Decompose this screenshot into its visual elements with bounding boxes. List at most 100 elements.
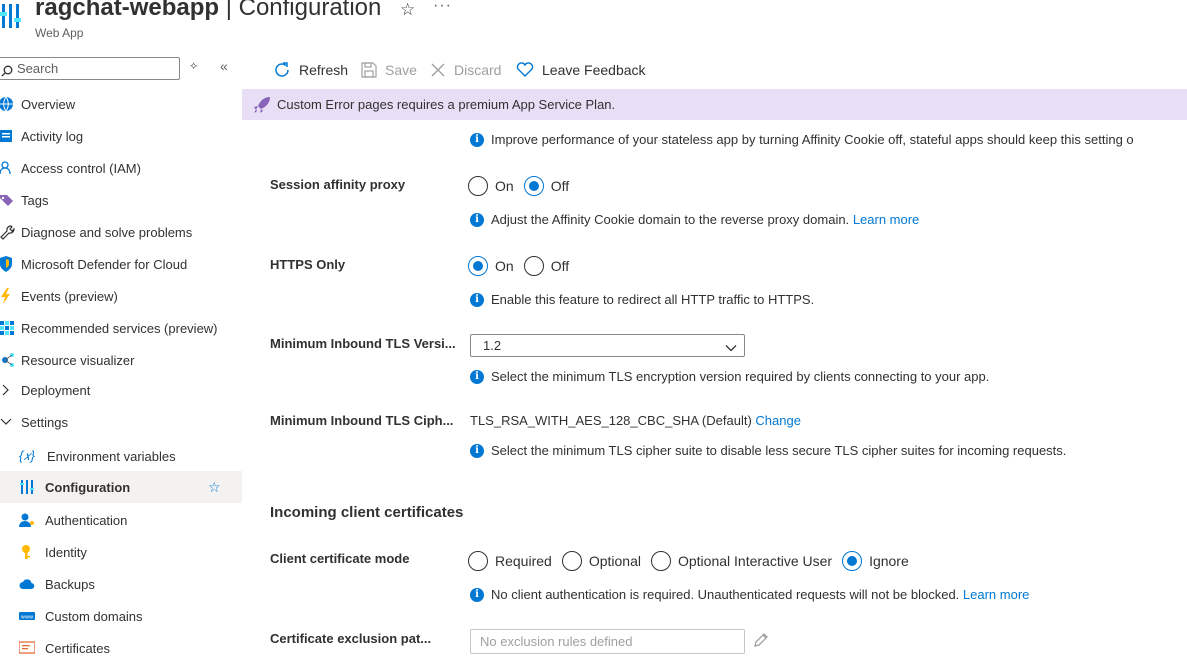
sidebar-item-certificates[interactable]: Certificates: [0, 632, 242, 658]
info-text: Select the minimum TLS cipher suite to d…: [491, 443, 1067, 458]
info-icon: i: [470, 369, 484, 384]
svg-text:www: www: [21, 615, 33, 621]
certificate-exclusion-paths-input[interactable]: No exclusion rules defined: [470, 629, 745, 654]
sidebar-item-identity[interactable]: Identity: [0, 536, 242, 568]
sidebar-item-label: Environment variables: [47, 448, 176, 464]
sidebar-item-resource-visualizer[interactable]: Resource visualizer: [0, 344, 242, 376]
www-icon: www: [19, 608, 35, 624]
page-title: ragchat-webapp | Configuration: [35, 0, 382, 21]
cloud-icon: [19, 576, 35, 592]
leave-feedback-button[interactable]: Leave Feedback: [516, 60, 646, 80]
sidebar-item-settings[interactable]: Settings: [0, 406, 242, 438]
sidebar-item-custom-domains[interactable]: www Custom domains: [0, 600, 242, 632]
client-cert-required-option[interactable]: Required: [468, 551, 552, 571]
premium-plan-banner: Custom Error pages requires a premium Ap…: [242, 89, 1187, 120]
radio-button[interactable]: [468, 176, 488, 196]
refresh-icon: [273, 61, 291, 79]
client-cert-optional-interactive-option[interactable]: Optional Interactive User: [650, 551, 833, 571]
wrench-icon: [0, 224, 16, 240]
sidebar-item-activity-log[interactable]: Activity log: [0, 120, 242, 152]
radio-button[interactable]: [650, 551, 671, 571]
session-affinity-proxy-off-option[interactable]: Off: [523, 176, 570, 196]
client-certificate-mode-radio-group: Required Optional Optional Interactive U…: [468, 551, 919, 571]
sidebar-item-diagnose[interactable]: Diagnose and solve problems: [0, 216, 242, 248]
info-text: Improve performance of your stateless ap…: [491, 132, 1134, 147]
network-icon: [0, 352, 16, 368]
favorite-star-icon[interactable]: ☆: [400, 0, 415, 20]
sidebar-item-authentication[interactable]: Authentication: [0, 504, 242, 536]
radio-button[interactable]: [561, 551, 582, 571]
chevron-down-icon: [725, 339, 737, 360]
sliders-icon: [19, 479, 35, 495]
cipher-suite-text: TLS_RSA_WITH_AES_128_CBC_SHA (Default): [470, 413, 752, 428]
https-only-off-option[interactable]: Off: [523, 256, 569, 276]
close-icon: [430, 62, 446, 78]
chevron-right-icon: [0, 382, 16, 398]
client-cert-optional-option[interactable]: Optional: [561, 551, 641, 571]
sidebar-item-label: Settings: [21, 414, 68, 430]
session-affinity-proxy-radio-group: On Off: [468, 176, 579, 196]
option-label: Optional: [588, 553, 641, 569]
chevron-down-icon: [0, 414, 16, 430]
session-affinity-proxy-on-option[interactable]: On: [468, 176, 514, 196]
option-label: Off: [550, 178, 570, 194]
learn-more-link[interactable]: Learn more: [963, 587, 1029, 602]
resource-type: Web App: [35, 26, 84, 40]
sidebar-item-label: Certificates: [45, 640, 111, 656]
min-tls-cipher-info: i Select the minimum TLS cipher suite to…: [470, 443, 1066, 458]
min-tls-version-info: i Select the minimum TLS encryption vers…: [470, 369, 989, 384]
learn-more-link[interactable]: Learn more: [853, 212, 919, 227]
sidebar-item-configuration[interactable]: Configuration ☆: [0, 471, 242, 503]
https-only-info: i Enable this feature to redirect all HT…: [470, 292, 814, 307]
people-icon: [0, 160, 16, 176]
feedback-label: Leave Feedback: [542, 62, 646, 78]
favorite-star-icon[interactable]: ☆: [208, 479, 221, 496]
refresh-button[interactable]: Refresh: [273, 60, 348, 80]
sidebar-item-label: Overview: [21, 96, 76, 112]
sidebar-item-overview[interactable]: Overview: [0, 88, 242, 120]
search-placeholder: Search: [17, 61, 59, 76]
shield-icon: [0, 256, 16, 272]
tag-icon: [0, 192, 16, 208]
grid-icon: [0, 320, 16, 336]
sidebar-item-environment-variables[interactable]: {𝑥} Environment variables: [0, 440, 242, 472]
sort-toggle-icon[interactable]: ⟡: [190, 60, 197, 73]
sidebar-item-label: Access control (IAM): [21, 160, 141, 176]
change-cipher-link[interactable]: Change: [755, 413, 801, 428]
option-label: Required: [495, 553, 552, 569]
edit-pencil-icon[interactable]: [752, 631, 770, 652]
client-cert-ignore-option[interactable]: Ignore: [842, 551, 909, 571]
sidebar-item-label: Recommended services (preview): [21, 320, 218, 336]
sidebar-item-deployment[interactable]: Deployment: [0, 374, 242, 406]
sidebar-item-access-control[interactable]: Access control (IAM): [0, 152, 242, 184]
radio-button[interactable]: [842, 551, 863, 571]
sidebar-item-events[interactable]: Events (preview): [0, 280, 242, 312]
sidebar-item-tags[interactable]: Tags: [0, 184, 242, 216]
radio-button[interactable]: [523, 256, 544, 276]
client-certificate-mode-label: Client certificate mode: [270, 551, 410, 566]
option-label: On: [495, 178, 514, 194]
certificate-icon: [18, 640, 36, 656]
more-actions-icon[interactable]: ···: [433, 0, 452, 15]
sidebar-item-label: Events (preview): [21, 288, 118, 304]
session-affinity-proxy-label: Session affinity proxy: [270, 177, 406, 192]
sidebar-item-backups[interactable]: Backups: [0, 568, 242, 600]
sidebar-item-defender[interactable]: Microsoft Defender for Cloud: [0, 248, 242, 280]
radio-button[interactable]: [468, 256, 488, 276]
https-only-on-option[interactable]: On: [468, 256, 514, 276]
min-tls-version-dropdown[interactable]: 1.2: [470, 334, 745, 357]
variable-icon: {𝑥}: [19, 448, 35, 463]
collapse-sidebar-icon[interactable]: «: [220, 58, 228, 74]
option-label: Optional Interactive User: [677, 553, 833, 569]
sidebar-item-label: Custom domains: [45, 608, 143, 624]
radio-button[interactable]: [468, 551, 488, 571]
discard-button[interactable]: Discard: [430, 60, 501, 80]
info-icon: i: [470, 292, 484, 307]
sidebar-item-recommended-services[interactable]: Recommended services (preview): [0, 312, 242, 344]
client-certificate-mode-info: i No client authentication is required. …: [470, 587, 1029, 602]
incoming-client-certificates-heading: Incoming client certificates: [270, 504, 464, 521]
save-button[interactable]: Save: [361, 60, 417, 80]
sidebar-search-input[interactable]: Search: [0, 57, 180, 80]
radio-button[interactable]: [523, 176, 544, 196]
dropdown-value: 1.2: [483, 338, 502, 353]
